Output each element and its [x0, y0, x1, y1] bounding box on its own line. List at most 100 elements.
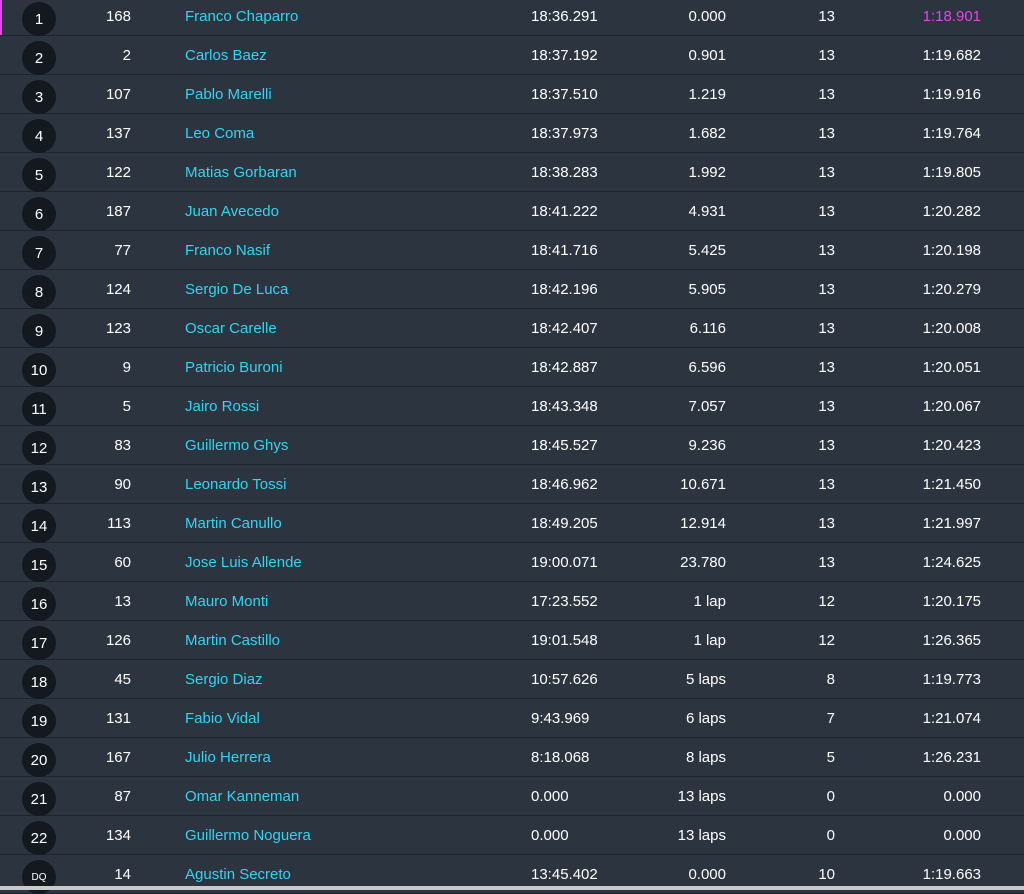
driver-name-link[interactable]: Agustin Secreto: [185, 866, 291, 884]
car-number: 107: [105, 86, 131, 103]
table-row[interactable]: 8 124 Sergio De Luca 18:42.196 5.905 13 1:20.2…: [0, 270, 1024, 309]
car-number: 137: [105, 125, 131, 142]
best-lap-time: 1:20.175: [922, 593, 981, 610]
laps-completed: 13: [818, 86, 835, 103]
gap-to-leader: 0.000: [688, 8, 726, 25]
driver-name-link[interactable]: Sergio Diaz: [185, 671, 263, 689]
driver-name-link[interactable]: Carlos Baez: [185, 47, 267, 65]
table-row[interactable]: 14 113 Martin Canullo 18:49.205 12.914 13 1:21…: [0, 504, 1024, 543]
total-time: 0.000: [531, 827, 569, 844]
position-badge: 13: [22, 470, 56, 504]
table-row[interactable]: 3 107 Pablo Marelli 18:37.510 1.219 13 1:19.91…: [0, 75, 1024, 114]
position-badge: 6: [22, 197, 56, 231]
car-number: 134: [105, 827, 131, 844]
driver-name-link[interactable]: Martin Canullo: [185, 515, 282, 533]
car-number: 87: [114, 788, 131, 805]
gap-to-leader: 23.780: [680, 554, 726, 571]
laps-completed: 13: [818, 125, 835, 142]
total-time: 18:37.973: [531, 125, 598, 142]
table-row[interactable]: 19 131 Fabio Vidal 9:43.969 6 laps 7 1:21.074: [0, 699, 1024, 738]
driver-name-link[interactable]: Oscar Carelle: [185, 320, 277, 338]
best-lap-time: 1:20.051: [922, 359, 981, 376]
table-row[interactable]: 7 77 Franco Nasif 18:41.716 5.425 13 1:20.198: [0, 231, 1024, 270]
table-row[interactable]: 11 5 Jairo Rossi 18:43.348 7.057 13 1:20.067: [0, 387, 1024, 426]
total-time: 18:42.407: [531, 320, 598, 337]
car-number: 167: [105, 749, 131, 766]
driver-name-link[interactable]: Mauro Monti: [185, 593, 268, 611]
driver-name-link[interactable]: Juan Avecedo: [185, 203, 279, 221]
driver-name-link[interactable]: Jairo Rossi: [185, 398, 259, 416]
table-row[interactable]: 20 167 Julio Herrera 8:18.068 8 laps 5 1:26.23…: [0, 738, 1024, 777]
total-time: 0.000: [531, 788, 569, 805]
table-row[interactable]: 17 126 Martin Castillo 19:01.548 1 lap 12 1:26…: [0, 621, 1024, 660]
table-row[interactable]: 21 87 Omar Kanneman 0.000 13 laps 0 0.000: [0, 777, 1024, 816]
gap-to-leader: 0.901: [688, 47, 726, 64]
total-time: 18:46.962: [531, 476, 598, 493]
table-row[interactable]: 9 123 Oscar Carelle 18:42.407 6.116 13 1:20.00…: [0, 309, 1024, 348]
horizontal-scrollbar[interactable]: [0, 886, 1024, 890]
laps-completed: 13: [818, 164, 835, 181]
total-time: 13:45.402: [531, 866, 598, 883]
table-row[interactable]: 12 83 Guillermo Ghys 18:45.527 9.236 13 1:20.4…: [0, 426, 1024, 465]
table-row[interactable]: 15 60 Jose Luis Allende 19:00.071 23.780 13 1:…: [0, 543, 1024, 582]
driver-name-link[interactable]: Jose Luis Allende: [185, 554, 302, 572]
driver-name-link[interactable]: Leo Coma: [185, 125, 254, 143]
driver-name-link[interactable]: Sergio De Luca: [185, 281, 288, 299]
total-time: 18:41.222: [531, 203, 598, 220]
position-badge: 3: [22, 80, 56, 114]
car-number: 126: [105, 632, 131, 649]
car-number: 90: [114, 476, 131, 493]
table-row[interactable]: 6 187 Juan Avecedo 18:41.222 4.931 13 1:20.282: [0, 192, 1024, 231]
driver-name-link[interactable]: Leonardo Tossi: [185, 476, 286, 494]
gap-to-leader: 5 laps: [685, 671, 726, 688]
table-row[interactable]: 2 2 Carlos Baez 18:37.192 0.901 13 1:19.682: [0, 36, 1024, 75]
laps-completed: 5: [826, 749, 835, 766]
driver-name-link[interactable]: Patricio Buroni: [185, 359, 283, 377]
driver-name-link[interactable]: Matias Gorbaran: [185, 164, 297, 182]
driver-name-link[interactable]: Guillermo Ghys: [185, 437, 288, 455]
driver-name-link[interactable]: Pablo Marelli: [185, 86, 272, 104]
table-row[interactable]: 4 137 Leo Coma 18:37.973 1.682 13 1:19.764: [0, 114, 1024, 153]
driver-name-link[interactable]: Omar Kanneman: [185, 788, 299, 806]
table-row[interactable]: 1 168 Franco Chaparro 18:36.291 0.000 13 1:18.…: [0, 0, 1024, 36]
table-row[interactable]: 16 13 Mauro Monti 17:23.552 1 lap 12 1:20.175: [0, 582, 1024, 621]
position-badge: 1: [22, 2, 56, 36]
best-lap-time: 1:18.901: [922, 8, 981, 25]
gap-to-leader: 1.682: [688, 125, 726, 142]
table-row[interactable]: 5 122 Matias Gorbaran 18:38.283 1.992 13 1:19.…: [0, 153, 1024, 192]
laps-completed: 13: [818, 437, 835, 454]
table-row[interactable]: 10 9 Patricio Buroni 18:42.887 6.596 13 1:20.0…: [0, 348, 1024, 387]
car-number: 124: [105, 281, 131, 298]
laps-completed: 13: [818, 554, 835, 571]
driver-name-link[interactable]: Franco Nasif: [185, 242, 270, 260]
best-lap-time: 1:21.997: [922, 515, 981, 532]
total-time: 18:41.716: [531, 242, 598, 259]
position-badge: 17: [22, 626, 56, 660]
best-lap-time: 1:19.764: [922, 125, 981, 142]
position-badge: 2: [22, 41, 56, 75]
driver-name-link[interactable]: Guillermo Noguera: [185, 827, 311, 845]
laps-completed: 7: [826, 710, 835, 727]
driver-name-link[interactable]: Julio Herrera: [185, 749, 271, 767]
driver-name-link[interactable]: Martin Castillo: [185, 632, 280, 650]
position-badge: 9: [22, 314, 56, 348]
laps-completed: 13: [818, 398, 835, 415]
car-number: 9: [122, 359, 131, 376]
table-row[interactable]: 22 134 Guillermo Noguera 0.000 13 laps 0 0.000: [0, 816, 1024, 855]
total-time: 18:42.887: [531, 359, 598, 376]
best-lap-time: 1:26.231: [922, 749, 981, 766]
total-time: 18:36.291: [531, 8, 598, 25]
position-badge: 7: [22, 236, 56, 270]
laps-completed: 13: [818, 242, 835, 259]
driver-name-link[interactable]: Franco Chaparro: [185, 8, 298, 26]
gap-to-leader: 6.116: [689, 320, 726, 337]
table-row[interactable]: 13 90 Leonardo Tossi 18:46.962 10.671 13 1:21.…: [0, 465, 1024, 504]
position-badge: 11: [22, 392, 56, 426]
total-time: 19:00.071: [531, 554, 598, 571]
table-row[interactable]: 18 45 Sergio Diaz 10:57.626 5 laps 8 1:19.773: [0, 660, 1024, 699]
driver-name-link[interactable]: Fabio Vidal: [185, 710, 260, 728]
position-badge: 19: [22, 704, 56, 738]
laps-completed: 13: [818, 8, 835, 25]
total-time: 17:23.552: [531, 593, 598, 610]
car-number: 45: [114, 671, 131, 688]
